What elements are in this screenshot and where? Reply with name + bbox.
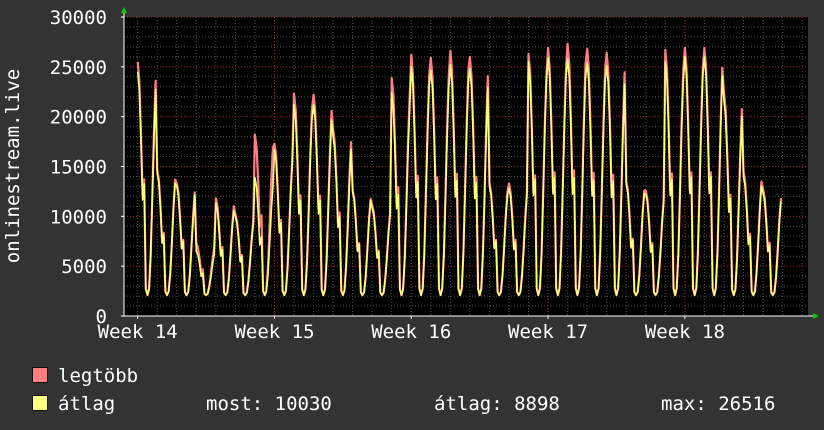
stat-now: most: 10030 xyxy=(206,393,332,415)
y-tick-label: 25000 xyxy=(50,57,107,79)
x-axis-arrow xyxy=(813,313,819,319)
x-tick-label: Week 18 xyxy=(645,321,725,343)
legend-label-avg: átlag xyxy=(58,393,116,415)
stat-avg: átlag: 8898 xyxy=(434,393,560,415)
y-tick-label: 30000 xyxy=(50,7,107,29)
y-tick-label: 5000 xyxy=(61,256,107,278)
legend: legtöbb átlag most: 10030 átlag: 8898 ma… xyxy=(30,362,820,418)
x-tick-label: Week 14 xyxy=(98,321,178,343)
legend-label-max: legtöbb xyxy=(58,365,139,387)
y-tick-label: 15000 xyxy=(50,157,107,179)
legend-swatch-max xyxy=(32,367,48,383)
x-tick-label: Week 16 xyxy=(371,321,451,343)
y-axis-label: onlinestream.live xyxy=(2,69,24,263)
legend-row-avg: átlag most: 10030 átlag: 8898 max: 26516 xyxy=(30,390,820,418)
x-tick-label: Week 15 xyxy=(234,321,314,343)
y-tick-label: 10000 xyxy=(50,206,107,228)
legend-row-max: legtöbb xyxy=(30,362,820,390)
stat-max: max: 26516 xyxy=(661,393,776,415)
x-tick-label: Week 17 xyxy=(508,321,588,343)
y-tick-label: 20000 xyxy=(50,107,107,129)
y-axis-arrow xyxy=(121,7,127,13)
legend-swatch-avg xyxy=(32,395,48,411)
